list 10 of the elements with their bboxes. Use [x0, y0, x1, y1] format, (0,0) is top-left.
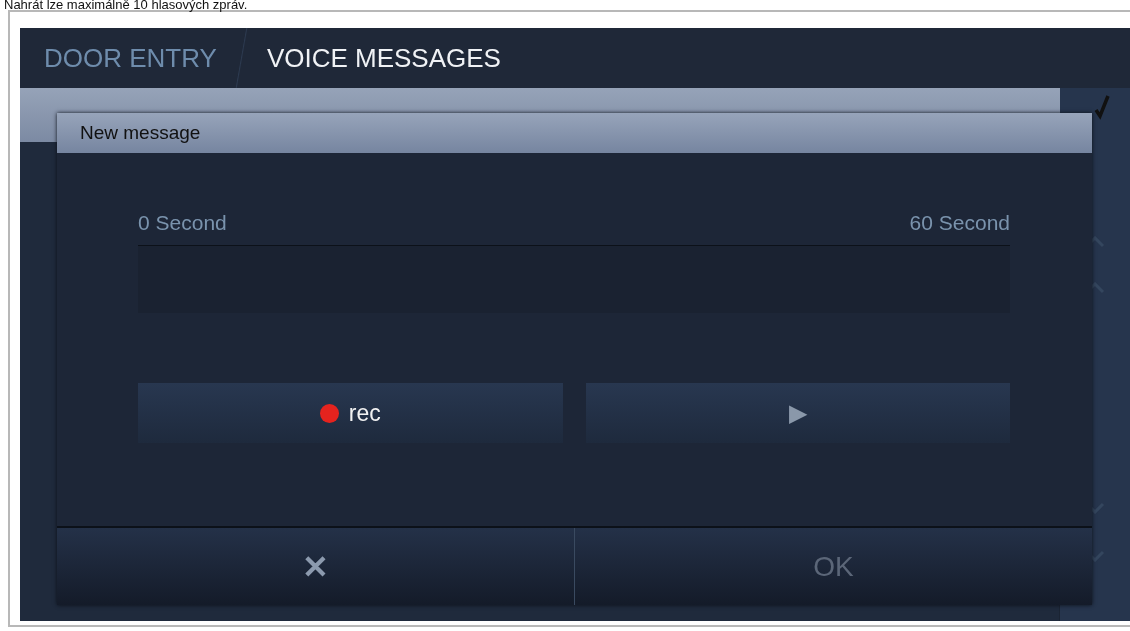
start-time-label: 0 Second [138, 211, 227, 236]
caption-text: Nahrát lze maximálně 10 hlasových zpráv. [3, 0, 249, 10]
breadcrumb[interactable]: DOOR ENTRY [44, 42, 217, 74]
record-dot-icon [319, 403, 339, 423]
dialog-title: New message [57, 113, 1092, 153]
cancel-button[interactable]: ✕ [57, 528, 574, 605]
end-time-label: 60 Second [909, 211, 1010, 236]
play-button[interactable]: ▶ [585, 383, 1010, 443]
breadcrumb[interactable]: VOICE MESSAGES [266, 42, 501, 74]
record-button[interactable]: rec [138, 383, 563, 443]
